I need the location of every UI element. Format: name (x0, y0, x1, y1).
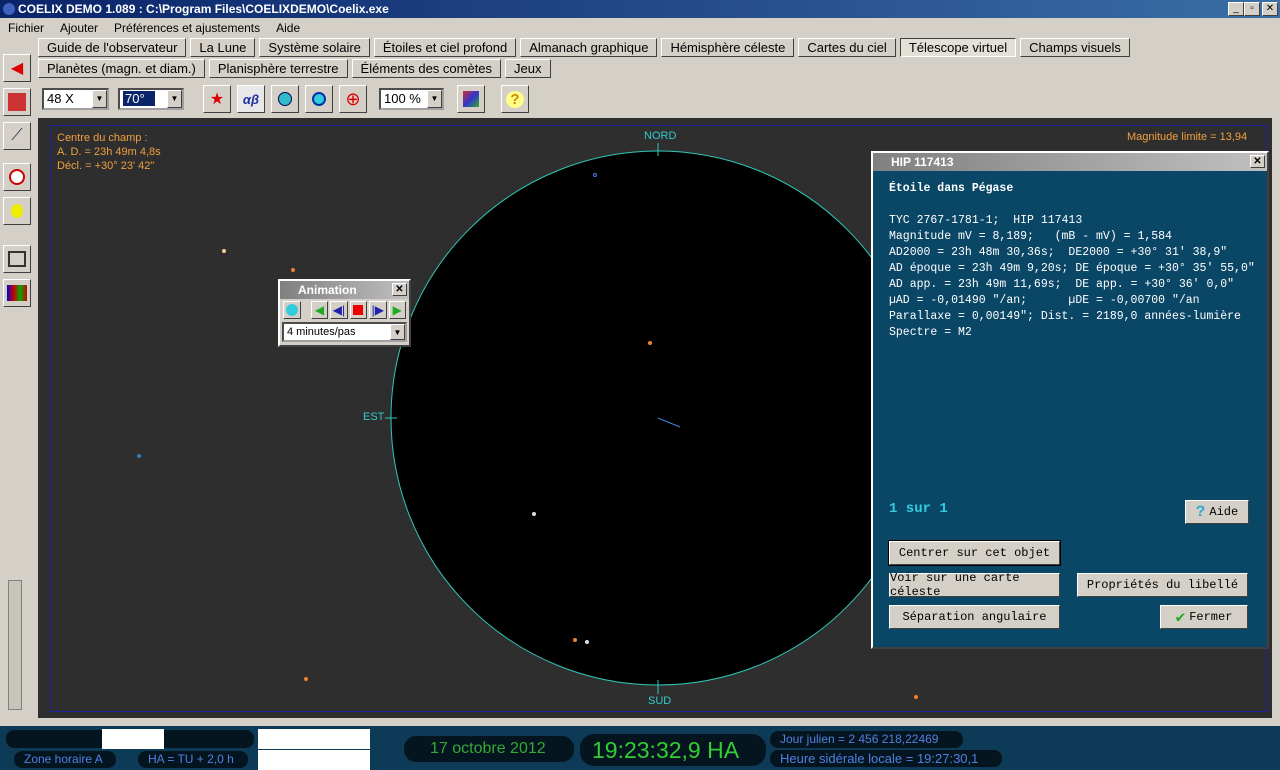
info-title-bar: HIP 117413 ✕ (873, 153, 1267, 171)
aide-label: Aide (1209, 505, 1239, 519)
field-center-ra: A. D. = 23h 49m 4,8s (57, 146, 161, 158)
status-blank (258, 729, 370, 749)
star[interactable] (532, 512, 536, 516)
checkmark-icon: ✔ (1175, 609, 1186, 627)
info-line: Magnitude mV = 8,189; (mB - mV) = 1,584 (889, 230, 1172, 243)
step-forward-icon: |▶ (371, 303, 384, 317)
timezone: Zone horaire A (14, 751, 116, 768)
info-line: µAD = -0,01490 "/an; µDE = -0,00700 "/an (889, 294, 1200, 307)
north-label: NORD (644, 130, 677, 142)
aide-button[interactable]: ? Aide (1185, 500, 1249, 524)
animation-step-select[interactable]: 4 minutes/pas ▼ (282, 322, 407, 342)
animation-title-bar: Animation ✕ (280, 281, 409, 299)
fermer-label: Fermer (1189, 610, 1233, 624)
date-display: 17 octobre 2012 (404, 736, 574, 762)
animation-clock-button[interactable] (283, 301, 302, 319)
field-center-info: Centre du champ : A. D. = 23h 49m 4,8s D… (57, 131, 161, 173)
field-center-dec: Décl. = +30° 23' 42" (57, 160, 155, 172)
object-info-dialog: HIP 117413 ✕ Étoile dans Pégase TYC 2767-… (871, 151, 1269, 649)
star[interactable] (593, 173, 597, 177)
east-label: EST (363, 411, 385, 423)
animation-step-value: 4 minutes/pas (287, 326, 356, 338)
info-line: AD app. = 23h 49m 11,69s; DE app. = +30°… (889, 278, 1235, 291)
star[interactable] (573, 638, 577, 642)
status-bar: Zone horaire A HA = TU + 2,0 h 17 octobr… (0, 726, 1280, 770)
info-line: TYC 2767-1781-1; HIP 117413 (889, 214, 1083, 227)
star[interactable] (304, 677, 308, 681)
object-heading: Étoile dans Pégase (889, 182, 1014, 195)
star[interactable] (137, 454, 141, 458)
star[interactable] (585, 640, 589, 644)
info-line: AD époque = 23h 49m 9,20s; DE époque = +… (889, 262, 1255, 275)
south-label: SUD (648, 695, 672, 707)
info-line: AD2000 = 23h 48m 30,36s; DE2000 = +30° 3… (889, 246, 1228, 259)
clock-icon (286, 304, 299, 316)
help-icon: ? (1195, 503, 1206, 521)
limit-magnitude: Magnitude limite = 13,94 (1127, 131, 1248, 143)
label-properties-button[interactable]: Propriétés du libellé (1077, 573, 1248, 597)
result-count: 1 sur 1 (889, 501, 948, 517)
field-center-label: Centre du champ : (57, 132, 148, 144)
play-forward-icon: ▶ (392, 303, 402, 317)
time-offset: HA = TU + 2,0 h (138, 751, 248, 768)
local-sidereal-time: Heure sidérale locale = 19:27:30,1 (770, 750, 1002, 767)
step-forward-button[interactable]: |▶ (369, 301, 387, 319)
julian-day: Jour julien = 2 456 218,22469 (770, 731, 963, 748)
animation-close-button[interactable]: ✕ (392, 283, 407, 296)
star[interactable] (291, 268, 295, 272)
star[interactable] (648, 341, 652, 345)
play-backward-icon: ◀ (314, 303, 325, 317)
animation-dialog: Animation ✕ ◀ ◀| |▶ ▶ 4 minutes/pas ▼ (278, 279, 411, 347)
step-backward-icon: ◀| (332, 303, 346, 317)
chevron-down-icon[interactable]: ▼ (390, 324, 405, 340)
info-line: Spectre = M2 (889, 326, 972, 339)
stop-button[interactable] (349, 301, 368, 319)
info-panel: Étoile dans Pégase TYC 2767-1781-1; HIP … (873, 171, 1267, 647)
view-on-map-button[interactable]: Voir sur une carte céleste (889, 571, 1060, 599)
center-object-button[interactable]: Centrer sur cet objet (888, 540, 1061, 566)
star[interactable] (914, 695, 918, 699)
info-close-x-button[interactable]: ✕ (1250, 155, 1265, 168)
angular-separation-button[interactable]: Séparation angulaire (889, 605, 1060, 629)
play-forward-button[interactable]: ▶ (388, 301, 406, 319)
step-backward-button[interactable]: ◀| (330, 301, 348, 319)
stop-icon (353, 305, 364, 315)
status-blank (102, 729, 164, 749)
star[interactable] (222, 249, 226, 253)
time-display: 19:23:32,9 HA (580, 734, 766, 766)
info-line: Parallaxe = 0,00149"; Dist. = 2189,0 ann… (889, 310, 1241, 323)
info-title: HIP 117413 (891, 155, 954, 169)
fermer-button[interactable]: ✔ Fermer (1160, 605, 1248, 629)
play-backward-button[interactable]: ◀ (310, 301, 329, 319)
status-blank (258, 750, 370, 770)
animation-title: Animation (298, 283, 357, 297)
